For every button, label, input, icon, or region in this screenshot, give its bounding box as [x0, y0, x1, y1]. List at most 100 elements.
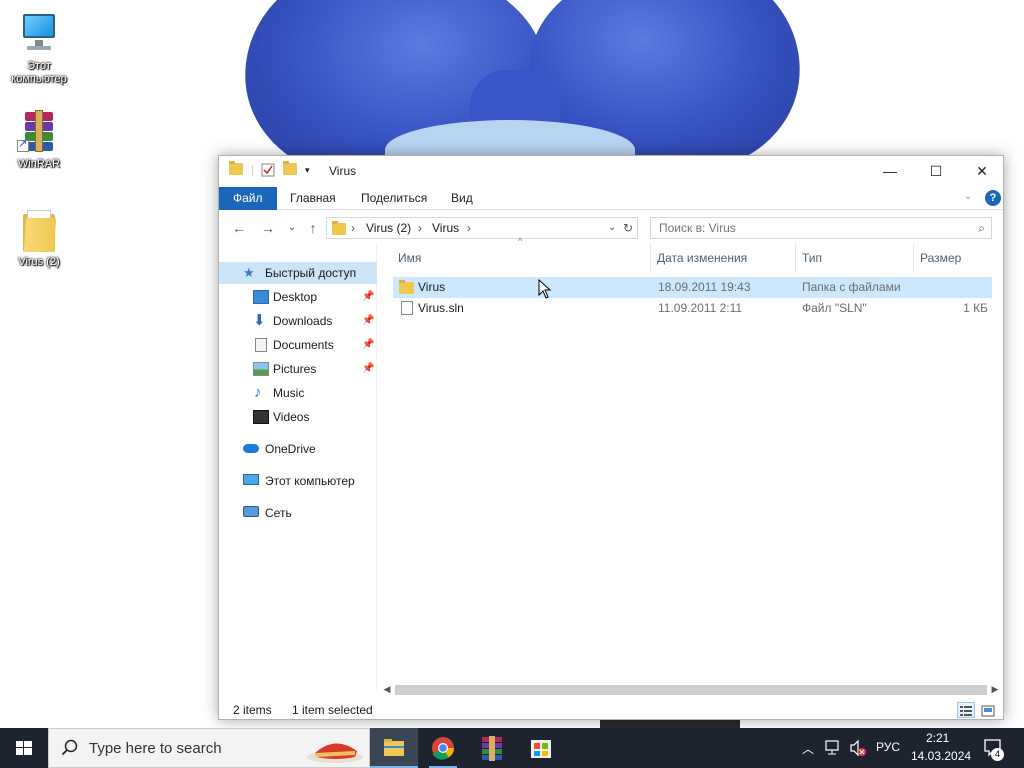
taskbar-store[interactable]	[517, 728, 565, 768]
breadcrumb-virus[interactable]: Virus	[432, 218, 459, 238]
title-bar[interactable]: | ▾ Virus — ☐ ✕	[219, 156, 1003, 186]
nav-desktop[interactable]: Desktop 📌	[219, 286, 377, 308]
tab-share[interactable]: Поделиться	[347, 187, 441, 210]
breadcrumb-separator-icon[interactable]: ›	[418, 218, 422, 238]
item-count: 2 items	[233, 703, 272, 717]
breadcrumb-separator-icon[interactable]: ›	[351, 218, 355, 238]
pin-icon: 📌	[362, 291, 375, 302]
new-folder-icon[interactable]	[283, 161, 297, 179]
help-icon[interactable]: ?	[985, 190, 1001, 206]
clock-date[interactable]: 14.03.2024	[911, 749, 971, 768]
scroll-left-icon[interactable]: ◀	[379, 681, 395, 697]
desktop-icon-virus-folder[interactable]: Virus (2)	[1, 206, 77, 269]
tab-home[interactable]: Главная	[276, 187, 350, 210]
tab-file[interactable]: Файл	[219, 187, 277, 210]
minimize-button[interactable]: —	[867, 156, 913, 186]
chevron-down-icon[interactable]: ▾	[305, 165, 310, 181]
scrollbar-thumb[interactable]	[395, 685, 987, 695]
window-title: Virus	[329, 164, 357, 178]
winrar-icon	[15, 108, 63, 156]
file-list: ^ Имя Дата изменения Тип Размер Virus 18…	[393, 236, 992, 684]
nav-pictures[interactable]: Pictures 📌	[219, 358, 377, 380]
nav-videos[interactable]: Videos	[219, 406, 377, 428]
recent-locations-button[interactable]: ⌄	[282, 219, 302, 237]
taskbar: Type here to search ︿ РУС 2:21 14.03.202…	[0, 728, 1024, 768]
store-icon	[531, 740, 551, 758]
windows-logo-icon	[16, 741, 32, 755]
start-button[interactable]	[0, 728, 48, 768]
file-name: Virus.sln	[418, 301, 464, 315]
refresh-icon[interactable]: ↻	[623, 218, 633, 238]
file-row[interactable]: Virus.sln 11.09.2011 2:11 Файл "SLN" 1 К…	[393, 298, 992, 319]
navigation-pane: ★ Быстрый доступ Desktop 📌 ⬇ Downloads 📌…	[219, 244, 377, 689]
taskbar-chrome[interactable]	[419, 728, 467, 768]
search-icon: ⌕	[978, 221, 985, 235]
nav-label: Быстрый доступ	[265, 266, 357, 280]
status-bar: 2 items 1 item selected	[219, 699, 1003, 721]
desktop-icon-this-pc[interactable]: Этот компьютер	[1, 10, 77, 86]
nav-documents[interactable]: Documents 📌	[219, 334, 377, 356]
search-icon	[61, 739, 78, 756]
navigation-bar: ← → ⌄ ↑ › Virus (2) › Virus › ⌄ ↻ Поиск …	[219, 214, 1003, 242]
large-icons-view-button[interactable]	[979, 702, 997, 718]
properties-icon[interactable]	[261, 163, 275, 179]
nav-music[interactable]: ♪ Music	[219, 382, 377, 404]
taskbar-winrar[interactable]	[468, 728, 516, 768]
column-header-name[interactable]: Имя	[393, 244, 651, 272]
address-bar[interactable]: › Virus (2) › Virus › ⌄ ↻	[326, 217, 638, 239]
desktop-icon-label: Virus (2)	[18, 256, 60, 268]
column-header-date[interactable]: Дата изменения	[652, 244, 796, 272]
back-button[interactable]: ←	[229, 219, 249, 237]
shortcut-arrow-icon	[17, 138, 29, 152]
nav-this-pc[interactable]: Этот компьютер	[219, 470, 377, 492]
file-date: 18.09.2011 19:43	[658, 280, 751, 294]
address-dropdown-icon[interactable]: ⌄	[608, 218, 616, 238]
scroll-right-icon[interactable]: ▶	[987, 681, 1003, 697]
forward-button[interactable]: →	[258, 219, 278, 237]
maximize-button[interactable]: ☐	[913, 156, 959, 186]
file-icon	[401, 301, 413, 315]
column-header-type[interactable]: Тип	[797, 244, 914, 272]
show-hidden-icons-chevron-icon[interactable]: ︿	[802, 740, 814, 768]
nav-quick-access[interactable]: ★ Быстрый доступ	[219, 262, 377, 284]
horizontal-scrollbar[interactable]: ◀ ▶	[379, 681, 1003, 697]
desktop-icon-label: WinRAR	[17, 158, 61, 170]
column-header-size[interactable]: Размер	[915, 244, 991, 272]
file-name: Virus	[418, 280, 446, 294]
taskbar-search-box[interactable]: Type here to search	[48, 728, 370, 768]
file-row[interactable]: Virus 18.09.2011 19:43 Папка с файлами	[393, 277, 992, 298]
nav-downloads[interactable]: ⬇ Downloads 📌	[219, 310, 377, 332]
network-icon	[243, 506, 259, 517]
volume-muted-icon[interactable]	[849, 739, 867, 768]
breadcrumb-separator-icon[interactable]: ›	[467, 218, 471, 238]
ribbon-tabs: Файл Главная Поделиться Вид ⌄ ?	[219, 187, 1003, 210]
document-icon	[255, 338, 267, 352]
pin-icon: 📌	[362, 339, 375, 350]
close-button[interactable]: ✕	[959, 156, 1005, 186]
pin-icon: 📌	[362, 363, 375, 374]
up-button[interactable]: ↑	[303, 219, 323, 237]
details-view-button[interactable]	[957, 702, 975, 718]
nav-label: OneDrive	[265, 442, 316, 456]
taskbar-file-explorer[interactable]	[370, 728, 418, 768]
input-language-indicator[interactable]: РУС	[876, 740, 900, 768]
breadcrumb-virus-2[interactable]: Virus (2)	[366, 218, 411, 238]
desktop-icon-winrar[interactable]: WinRAR	[1, 108, 77, 171]
notifications-button[interactable]: 4	[983, 738, 1004, 768]
tab-view[interactable]: Вид	[437, 187, 487, 210]
nav-network[interactable]: Сеть	[219, 502, 377, 524]
expand-ribbon-icon[interactable]: ⌄	[964, 191, 972, 202]
pin-icon: 📌	[362, 315, 375, 326]
nav-label: Downloads	[273, 314, 333, 328]
desktop-icon	[253, 290, 269, 304]
search-input[interactable]: Поиск в: Virus ⌕	[650, 217, 992, 239]
nav-onedrive[interactable]: OneDrive	[219, 438, 377, 460]
nav-label: Pictures	[273, 362, 317, 376]
cloud-icon	[243, 444, 259, 453]
nav-label: Этот компьютер	[265, 474, 355, 488]
computer-icon	[15, 10, 63, 58]
picture-icon	[253, 362, 269, 376]
folder-icon	[229, 161, 243, 179]
download-icon: ⬇	[253, 312, 266, 329]
network-status-icon[interactable]	[825, 739, 843, 768]
